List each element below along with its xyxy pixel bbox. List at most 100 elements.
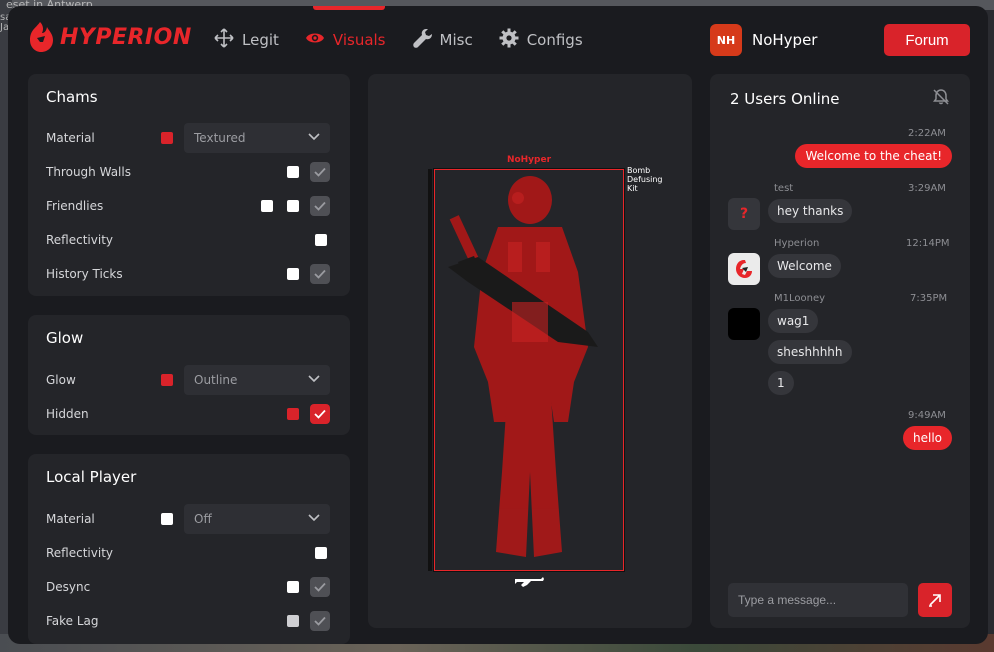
row-label: Reflectivity (46, 546, 114, 560)
chat-message-input[interactable] (728, 583, 908, 617)
row-label: Fake Lag (46, 614, 99, 628)
row-label: Material (46, 512, 95, 526)
esp-item-line: Bomb (627, 166, 651, 175)
color-picker[interactable] (287, 408, 299, 420)
check-icon (314, 269, 326, 279)
local-material-select[interactable]: Off (184, 504, 330, 534)
local-reflectivity-checkbox[interactable] (315, 547, 327, 559)
send-button[interactable] (918, 583, 952, 617)
select-value: Off (194, 512, 212, 526)
color-picker[interactable] (287, 268, 299, 280)
local-material-row: Material Off (46, 504, 332, 534)
esp-player-name: NoHyper (506, 155, 552, 165)
chevron-down-icon (308, 514, 320, 522)
player-model-chams (448, 176, 598, 557)
wrench-icon (412, 28, 432, 52)
message-time: 2:22AM (908, 128, 946, 139)
cheat-menu-window: HYPERION Legit Visuals Misc Configs NH N… (8, 6, 988, 644)
panel-title: Local Player (46, 468, 137, 486)
row-label: Through Walls (46, 165, 131, 179)
fake-lag-checkbox[interactable] (310, 611, 330, 631)
chevron-down-icon (308, 133, 320, 141)
friendlies-row: Friendlies (46, 194, 332, 218)
tab-legit[interactable]: Legit (214, 28, 279, 52)
message-time: 7:35PM (910, 293, 948, 304)
select-value: Textured (194, 131, 246, 145)
send-icon (929, 594, 941, 607)
tab-visuals[interactable]: Visuals (305, 28, 386, 52)
desync-checkbox[interactable] (310, 577, 330, 597)
desync-row: Desync (46, 575, 332, 599)
history-ticks-row: History Ticks (46, 262, 332, 286)
row-label: Material (46, 131, 95, 145)
avatar (728, 308, 760, 340)
check-icon (314, 167, 326, 177)
color-picker[interactable] (287, 200, 299, 212)
message-bubble: 1 (768, 371, 794, 395)
reflectivity-checkbox[interactable] (315, 234, 327, 246)
tab-legit-label: Legit (242, 31, 279, 49)
through-walls-row: Through Walls (46, 160, 332, 184)
row-label: Hidden (46, 407, 89, 421)
material-select[interactable]: Textured (184, 123, 330, 153)
tab-visuals-label: Visuals (332, 31, 386, 49)
history-ticks-checkbox[interactable] (310, 264, 330, 284)
tab-misc[interactable]: Misc (412, 28, 473, 52)
row-label: Friendlies (46, 199, 104, 213)
message-bubble: sheshhhhh (768, 340, 852, 364)
hyperion-logo: HYPERION (26, 20, 192, 54)
avatar: NH (710, 24, 742, 56)
esp-item-line: Kit (627, 184, 638, 193)
message-bubble: Welcome (768, 254, 841, 278)
message-time: 3:29AM (908, 183, 946, 194)
chat-title: 2 Users Online (730, 90, 840, 108)
unknown-user-icon: ? (739, 206, 749, 222)
hyperion-logo-icon (736, 260, 752, 278)
message-user: test (774, 183, 794, 194)
fake-lag-row: Fake Lag (46, 609, 332, 633)
avatar: ? (728, 198, 760, 230)
row-label: History Ticks (46, 267, 123, 281)
message-user: Hyperion (774, 238, 820, 249)
local-player-panel: Local Player Material Off Reflectivity D… (28, 454, 350, 644)
esp-item-line: Defusing (627, 175, 663, 184)
tab-misc-label: Misc (439, 31, 473, 49)
message-bubble: Welcome to the cheat! (795, 144, 952, 168)
color-picker[interactable] (261, 200, 273, 212)
row-label: Glow (46, 373, 76, 387)
esp-item-label: Bomb Defusing Kit (627, 166, 663, 193)
message-bubble: wag1 (768, 309, 819, 333)
avatar (728, 253, 760, 285)
through-walls-checkbox[interactable] (310, 162, 330, 182)
move-icon (214, 28, 234, 52)
row-label: Reflectivity (46, 233, 114, 247)
forum-button[interactable]: Forum (884, 24, 970, 56)
color-picker[interactable] (161, 132, 173, 144)
color-picker[interactable] (287, 615, 299, 627)
hidden-row: Hidden (46, 402, 332, 426)
hidden-checkbox[interactable] (310, 404, 330, 424)
color-picker[interactable] (287, 166, 299, 178)
message-time: 12:14PM (906, 238, 950, 249)
check-icon (314, 409, 326, 419)
color-picker[interactable] (161, 374, 173, 386)
check-icon (314, 616, 326, 626)
tab-configs[interactable]: Configs (499, 28, 583, 52)
glow-style-select[interactable]: Outline (184, 365, 330, 395)
message-time: 9:49AM (908, 410, 946, 421)
color-picker[interactable] (161, 513, 173, 525)
esp-preview-panel: NoHyper Bomb Defusing Kit (368, 74, 692, 628)
check-icon (314, 582, 326, 592)
hyperion-logo-icon (26, 20, 56, 54)
app-name: HYPERION (60, 24, 192, 50)
glow-panel: Glow Glow Outline Hidden (28, 315, 350, 435)
panel-title: Glow (46, 329, 84, 347)
health-bar (428, 169, 432, 571)
bell-off-icon[interactable] (932, 88, 950, 106)
friendlies-checkbox[interactable] (310, 196, 330, 216)
user-profile[interactable]: NH NoHyper (710, 24, 817, 56)
chevron-down-icon (308, 375, 320, 383)
color-picker[interactable] (287, 581, 299, 593)
local-reflectivity-row: Reflectivity (46, 541, 332, 565)
main-nav: Legit Visuals Misc Configs (214, 28, 583, 52)
